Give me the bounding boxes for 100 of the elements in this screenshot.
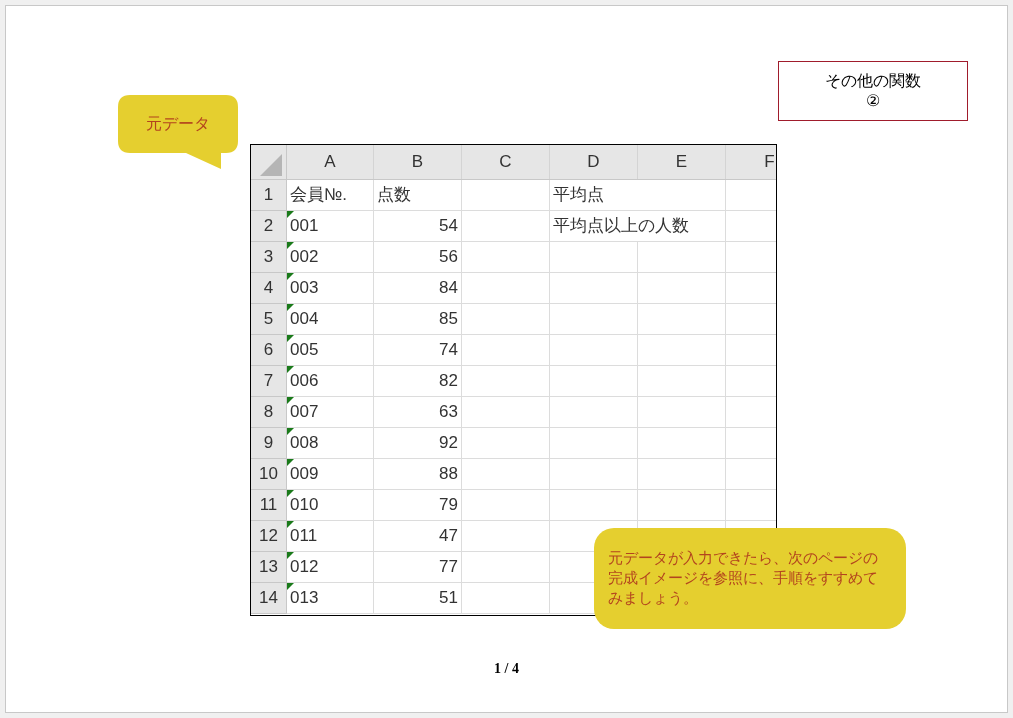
error-indicator-icon (287, 211, 294, 218)
column-header[interactable]: D (587, 149, 600, 175)
grid-cell[interactable]: 79 (374, 490, 462, 521)
cell-text: 77 (439, 556, 458, 579)
cell-text: 004 (290, 308, 319, 331)
grid-cell[interactable] (462, 242, 550, 273)
grid-cell[interactable] (550, 304, 638, 335)
grid-cell[interactable] (462, 521, 550, 552)
grid-cell[interactable]: 010 (287, 490, 374, 521)
grid-cell[interactable]: 001 (287, 211, 374, 242)
cell-text: 012 (290, 556, 319, 579)
grid-cell[interactable] (462, 397, 550, 428)
column-header[interactable]: A (324, 149, 336, 175)
error-indicator-icon (287, 552, 294, 559)
grid-cell[interactable] (550, 490, 638, 521)
cell-text: 74 (439, 339, 458, 362)
grid-cell[interactable] (550, 397, 638, 428)
grid-cell[interactable]: 88 (374, 459, 462, 490)
cell-text: 63 (439, 401, 458, 424)
grid-cell[interactable]: 84 (374, 273, 462, 304)
grid-cell[interactable] (462, 552, 550, 583)
callout-text: 元データ (146, 114, 210, 134)
error-indicator-icon (287, 459, 294, 466)
cell-text: 005 (290, 339, 319, 362)
grid-cell[interactable]: 63 (374, 397, 462, 428)
cell-text: 85 (439, 308, 458, 331)
grid-cell[interactable]: 54 (374, 211, 462, 242)
cell-text: 88 (439, 463, 458, 486)
grid-cell[interactable]: 56 (374, 242, 462, 273)
grid-cell[interactable]: 92 (374, 428, 462, 459)
cell-text: 会員№. (290, 184, 347, 207)
cell-text: 008 (290, 432, 319, 455)
grid-cell[interactable]: 012 (287, 552, 374, 583)
grid-cell[interactable] (638, 273, 726, 304)
grid-cell[interactable] (550, 273, 638, 304)
cell-text: 51 (439, 587, 458, 610)
grid-cell[interactable]: 47 (374, 521, 462, 552)
cell-text: 011 (290, 525, 318, 548)
grid-cell[interactable]: 009 (287, 459, 374, 490)
grid-cell[interactable] (638, 459, 726, 490)
cell-text: 013 (290, 587, 319, 610)
grid-cell[interactable] (550, 242, 638, 273)
grid-cell[interactable]: 002 (287, 242, 374, 273)
cell-text: 点数 (377, 184, 411, 207)
grid-cell[interactable] (550, 459, 638, 490)
error-indicator-icon (287, 335, 294, 342)
select-all-icon[interactable] (260, 154, 282, 176)
grid-cell[interactable] (638, 242, 726, 273)
number-text: ② (866, 91, 880, 111)
column-header[interactable]: B (411, 149, 424, 175)
grid-cell[interactable]: 82 (374, 366, 462, 397)
grid-cell[interactable]: 005 (287, 335, 374, 366)
grid-cell[interactable] (550, 335, 638, 366)
grid-cell[interactable]: 点数 (374, 180, 462, 211)
grid-cell[interactable]: 011 (287, 521, 374, 552)
grid-cell[interactable]: 77 (374, 552, 462, 583)
grid-cell[interactable]: 85 (374, 304, 462, 335)
cell-text: 82 (439, 370, 458, 393)
error-indicator-icon (287, 273, 294, 280)
grid-cell[interactable] (462, 459, 550, 490)
cell-text: 002 (290, 246, 319, 269)
grid-cell[interactable] (462, 273, 550, 304)
grid-cell[interactable] (462, 335, 550, 366)
grid-cell[interactable] (638, 304, 726, 335)
error-indicator-icon (287, 583, 294, 590)
grid-cell[interactable] (462, 490, 550, 521)
cell-text: 009 (290, 463, 319, 486)
grid-cell[interactable]: 74 (374, 335, 462, 366)
grid-cell[interactable]: 会員№. (287, 180, 374, 211)
grid-cell[interactable]: 004 (287, 304, 374, 335)
grid-cell[interactable] (638, 366, 726, 397)
error-indicator-icon (287, 304, 294, 311)
grid-cell[interactable] (638, 397, 726, 428)
grid-cell[interactable]: 013 (287, 583, 374, 614)
callout-text: 元データが入力できたら、次のページの完成イメージを参照に、手順をすすめてみましょう。 (608, 548, 879, 608)
grid-cell[interactable]: 003 (287, 273, 374, 304)
grid-cell[interactable] (550, 366, 638, 397)
grid-cell[interactable] (462, 211, 550, 242)
column-header[interactable]: E (675, 149, 688, 175)
grid-cell[interactable] (462, 428, 550, 459)
grid-cell[interactable]: 平均点以上の人数 (550, 211, 726, 242)
cell-text: 54 (439, 215, 458, 238)
grid-cell[interactable] (462, 304, 550, 335)
grid-cell[interactable] (462, 180, 550, 211)
grid-cell[interactable] (550, 428, 638, 459)
grid-cell[interactable]: 008 (287, 428, 374, 459)
cell-text: 79 (439, 494, 458, 517)
column-header[interactable]: F (764, 149, 775, 175)
column-header[interactable]: C (499, 149, 512, 175)
grid-cell[interactable]: 007 (287, 397, 374, 428)
grid-cell[interactable] (462, 366, 550, 397)
grid-cell[interactable]: 006 (287, 366, 374, 397)
grid-cell[interactable] (638, 335, 726, 366)
grid-cell[interactable] (462, 583, 550, 614)
error-indicator-icon (287, 397, 294, 404)
grid-cell[interactable] (638, 428, 726, 459)
error-indicator-icon (287, 242, 294, 249)
grid-cell[interactable]: 51 (374, 583, 462, 614)
grid-cell[interactable]: 平均点 (550, 180, 726, 211)
grid-cell[interactable] (638, 490, 726, 521)
